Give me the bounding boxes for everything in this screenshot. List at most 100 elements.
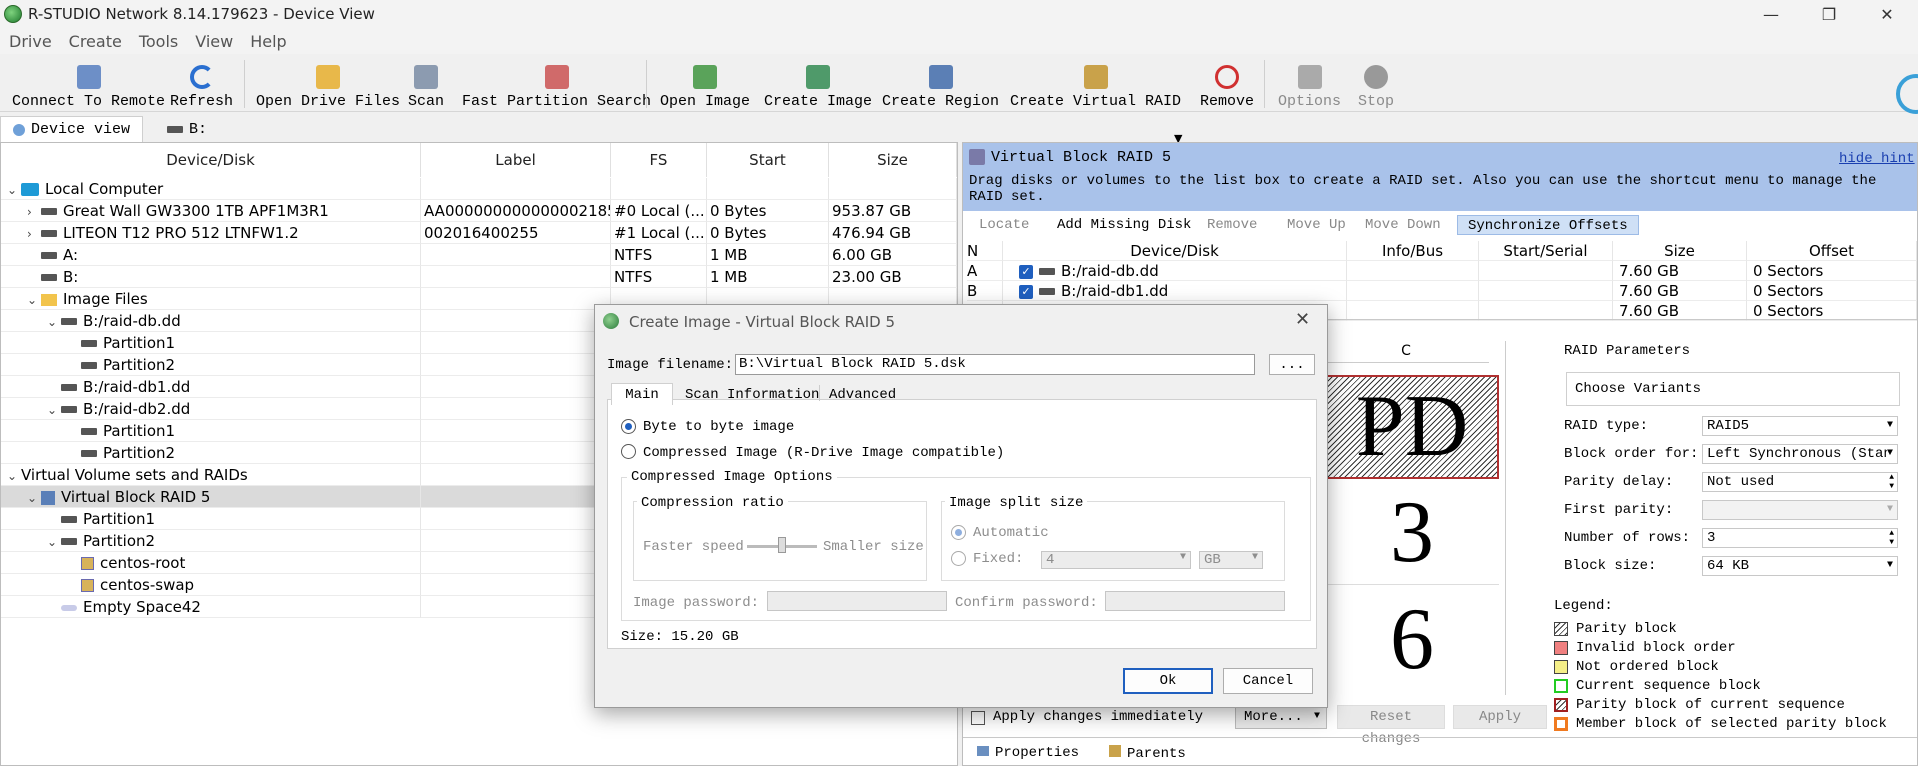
col-label[interactable]: Label	[421, 143, 611, 177]
expand-toggle-icon[interactable]: ⌄	[27, 289, 41, 309]
choose-variants-button[interactable]: Choose Variants	[1566, 372, 1900, 406]
toolbar: Connect To Remote Refresh Open Drive Fil…	[0, 54, 1918, 145]
col-raid-device[interactable]: Device/Disk	[1003, 241, 1347, 261]
tab-b[interactable]: B:	[155, 116, 219, 142]
open-image-button[interactable]: Open Image	[660, 58, 750, 110]
expand-toggle-icon[interactable]: ›	[27, 223, 41, 243]
menu-help[interactable]: Help	[250, 32, 286, 51]
tree-device-cell: ⌄ Virtual Block RAID 5	[1, 486, 421, 508]
menu-tools[interactable]: Tools	[139, 32, 178, 51]
tree-device-cell: Partition1	[1, 508, 421, 530]
tab-properties[interactable]: Properties	[977, 745, 1079, 761]
confirm-password-input[interactable]	[1105, 591, 1285, 611]
expand-toggle-icon[interactable]: ⌄	[47, 531, 61, 551]
col-fs[interactable]: FS	[611, 143, 707, 177]
add-missing-disk-button[interactable]: Add Missing Disk	[1057, 215, 1191, 235]
tab-parents[interactable]: Parents	[1109, 745, 1186, 762]
locate-button[interactable]: Locate	[979, 215, 1029, 235]
col-raid-size[interactable]: Size	[1613, 241, 1747, 261]
expand-toggle-icon[interactable]: ›	[27, 201, 41, 221]
col-offset[interactable]: Offset	[1747, 241, 1917, 261]
slider-handle[interactable]	[778, 537, 786, 553]
col-n[interactable]: N	[967, 241, 1003, 261]
expand-toggle-icon[interactable]: ⌄	[47, 399, 61, 419]
apply-immediately-checkbox[interactable]	[971, 711, 985, 725]
create-image-button[interactable]: Create Image	[764, 58, 872, 110]
stop-button[interactable]: Stop	[1358, 58, 1394, 110]
close-icon[interactable]: ✕	[1295, 309, 1310, 331]
tree-row[interactable]: A: NTFS 1 MB 6.00 GB	[1, 244, 957, 266]
tab-device-view[interactable]: Device view	[0, 116, 144, 142]
create-virtual-raid-button[interactable]: Create Virtual RAID	[1010, 58, 1181, 110]
apply-immediately-label: Apply changes immediately	[993, 709, 1204, 725]
col-size[interactable]: Size	[829, 143, 957, 177]
start-cell: 1 MB	[707, 244, 829, 266]
disk-device-cell[interactable]: ✓ B:/raid-db.dd	[1003, 261, 1347, 281]
tab-main[interactable]: Main	[611, 383, 673, 405]
hide-hint-link[interactable]: hide hint	[1839, 151, 1915, 167]
disk-checkbox[interactable]: ✓	[1019, 284, 1033, 299]
minimize-button[interactable]: —	[1742, 0, 1800, 28]
byte-to-byte-radio[interactable]	[621, 419, 636, 434]
connect-remote-button[interactable]: Connect To Remote	[12, 58, 165, 110]
remove-button[interactable]: Remove	[1200, 58, 1254, 110]
ok-button[interactable]: Ok	[1123, 668, 1213, 694]
maximize-button[interactable]: ❐	[1800, 0, 1858, 28]
fixed-size-select[interactable]: 4 ▼	[1041, 551, 1191, 569]
browse-button[interactable]: ...	[1269, 354, 1315, 375]
col-start-serial[interactable]: Start/Serial	[1479, 241, 1613, 261]
device-name: B:/raid-db.dd	[83, 312, 181, 330]
synchronize-offsets-button[interactable]: Synchronize Offsets	[1457, 215, 1639, 235]
options-button[interactable]: Options	[1278, 58, 1341, 110]
col-start[interactable]: Start	[707, 143, 829, 177]
raid-type-select[interactable]: RAID5 ▼	[1702, 416, 1898, 436]
disk-size-cell: 7.60 GB	[1613, 281, 1747, 301]
raid-cell-pd[interactable]: PD	[1325, 375, 1499, 479]
compressed-radio[interactable]	[621, 444, 636, 459]
fixed-radio[interactable]	[951, 551, 966, 566]
menu-view[interactable]: View	[195, 32, 233, 51]
cancel-button[interactable]: Cancel	[1223, 668, 1313, 694]
move-up-button[interactable]: Move Up	[1287, 215, 1346, 235]
apply-button[interactable]: Apply	[1453, 705, 1547, 729]
block-order-select[interactable]: Left Synchronous (Stan ▼	[1702, 444, 1898, 464]
block-size-select[interactable]: 64 KB ▼	[1702, 556, 1898, 576]
remove-disk-button[interactable]: Remove	[1207, 215, 1257, 235]
close-window-button[interactable]: ✕	[1858, 0, 1916, 28]
open-drive-files-button[interactable]: Open Drive Files	[256, 58, 400, 110]
tree-row[interactable]: › Great Wall GW3300 1TB APF1M3R1 AA0000000…	[1, 200, 957, 222]
expand-toggle-icon[interactable]: ⌄	[47, 311, 61, 331]
expand-toggle-icon[interactable]: ⌄	[7, 465, 21, 485]
col-info[interactable]: Info/Bus	[1347, 241, 1479, 261]
image-filename-input[interactable]: B:\Virtual Block RAID 5.dsk	[735, 354, 1255, 375]
unit-select[interactable]: GB ▼	[1199, 551, 1263, 569]
tab-advanced[interactable]: Advanced	[829, 387, 896, 403]
expand-toggle-icon[interactable]: ⌄	[7, 179, 21, 199]
image-password-input[interactable]	[767, 591, 947, 611]
fast-partition-search-button[interactable]: Fast Partition Search	[462, 58, 651, 110]
rows-stepper[interactable]: 3 ▲ ▼	[1702, 528, 1898, 548]
tree-row[interactable]: › LITEON T12 PRO 512 LTNFW1.2 002016400255…	[1, 222, 957, 244]
menu-create[interactable]: Create	[69, 32, 122, 51]
image-password-label: Image password:	[633, 595, 760, 611]
disk-device-cell[interactable]: ✓ B:/raid-db1.dd	[1003, 281, 1347, 301]
more-button[interactable]: More... ▼	[1235, 705, 1327, 729]
first-parity-select[interactable]: ▼	[1702, 500, 1898, 520]
refresh-button[interactable]: Refresh	[170, 58, 233, 110]
raid-cell-6[interactable]: 6	[1325, 587, 1499, 691]
tab-scan-information[interactable]: Scan Information	[685, 387, 819, 403]
menu-drive[interactable]: Drive	[9, 32, 52, 51]
parity-delay-stepper[interactable]: Not used ▲ ▼	[1702, 472, 1898, 492]
reset-changes-button[interactable]: Reset changes	[1337, 705, 1445, 747]
raid-cell-3[interactable]: 3	[1325, 481, 1499, 585]
device-name: B:	[63, 268, 79, 286]
create-region-button[interactable]: Create Region	[882, 58, 999, 110]
col-device[interactable]: Device/Disk	[1, 143, 421, 177]
tree-row[interactable]: ⌄ Local Computer	[1, 178, 957, 200]
move-down-button[interactable]: Move Down	[1365, 215, 1441, 235]
expand-toggle-icon[interactable]: ⌄	[27, 487, 41, 507]
automatic-radio[interactable]	[951, 525, 966, 540]
disk-checkbox[interactable]: ✓	[1019, 264, 1033, 279]
tree-row[interactable]: B: NTFS 1 MB 23.00 GB	[1, 266, 957, 288]
scan-button[interactable]: Scan	[408, 58, 444, 110]
